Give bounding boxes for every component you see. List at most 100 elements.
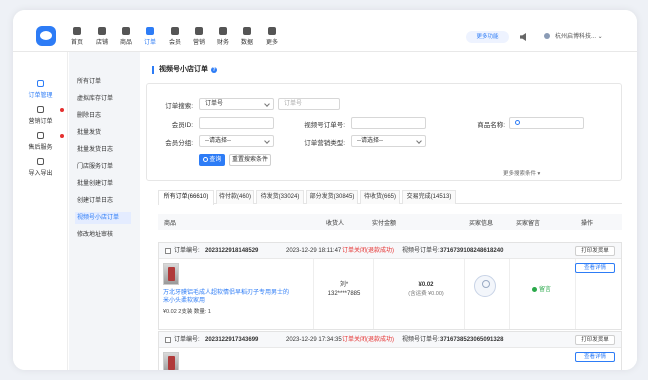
main-content: 视频号小店订单? 订单搜索: 订单号 订单号 会员ID: 视频号订单号: 商品名…: [144, 56, 637, 370]
column-header: 商品: [164, 221, 177, 227]
submenu-item[interactable]: 所有订单: [77, 76, 133, 88]
submenu-item[interactable]: 批量创建订单: [77, 178, 133, 190]
order-status: 订单关闭(退款成功): [342, 248, 394, 254]
member-group-label: 会员分组:: [165, 140, 193, 147]
after-sales-icon: [37, 132, 44, 139]
product-thumbnail[interactable]: [163, 263, 179, 285]
receiver-phone: 132****7885: [327, 291, 361, 297]
product-thumbnail[interactable]: [163, 352, 179, 370]
nav-shop[interactable]: 店铺: [91, 27, 113, 46]
search-panel: 订单搜索: 订单号 订单号 会员ID: 视频号订单号: 商品名称: 会员分组: …: [146, 83, 622, 181]
order-number: 2023122917343699: [205, 337, 259, 343]
column-header: 操作: [581, 221, 594, 227]
more-features-button[interactable]: 更多功能: [466, 31, 509, 43]
video-order-label: 视频号订单号:: [304, 122, 345, 129]
order-body: 万北牙膜铝毛成人超软情侣早稻刃子专用男士的米小头柔软家用 ¥0.02 2支装 数…: [159, 259, 621, 329]
order-card: 订单编号: 2023122918148529 2023-12-29 18:11:…: [158, 242, 622, 330]
order-time: 2023-12-29 18:11:47: [286, 248, 342, 254]
order-card: 订单编号: 2023122917343699 2023-12-29 17:34:…: [158, 331, 622, 370]
nav-home[interactable]: 首页: [66, 27, 88, 46]
tab-all-orders[interactable]: 所有订单(66610): [158, 190, 214, 205]
submenu-item[interactable]: 删除日志: [77, 110, 133, 122]
video-order-number: 3716738523065091328: [440, 337, 504, 343]
pay-note: (含运费 ¥0.00): [408, 291, 444, 297]
secondary-menu: 所有订单 虚拟库存订单 删除日志 批量发货 批量发货日志 门店服务订单 批量创建…: [69, 52, 140, 370]
video-order-no-label: 视频号订单号:: [402, 337, 440, 343]
table-header: 商品 收货人 实付金额 买家信息 买家留言 操作: [158, 214, 622, 230]
home-icon: [73, 27, 81, 35]
search-label: 订单搜索:: [165, 103, 193, 110]
video-order-no-label: 视频号订单号:: [402, 248, 440, 254]
column-header: 实付金额: [372, 221, 397, 227]
order-no-label: 订单编号:: [174, 248, 200, 254]
buyer-message[interactable]: 留言: [532, 284, 551, 293]
view-details-button[interactable]: 查看详情: [575, 263, 615, 273]
top-navigation-bar: 首页 店铺 商品 订单 会员 营销 财务 数据 更多 更多功能 杭州启博科技..…: [13, 10, 637, 52]
tab-completed[interactable]: 交易完成(14513): [402, 190, 456, 204]
reset-button[interactable]: 重置搜索条件: [229, 154, 271, 166]
tab-pending-payment[interactable]: 待付款(460): [216, 190, 254, 204]
order-header: 订单编号: 2023122917343699 2023-12-29 17:34:…: [159, 332, 621, 348]
buyer-avatar-icon[interactable]: [474, 275, 496, 297]
search-icon: [515, 120, 520, 125]
video-order-number: 3716739108248618240: [440, 248, 504, 254]
marketing-order-icon: [37, 106, 44, 113]
nav-more[interactable]: 更多: [261, 27, 283, 46]
order-type-select[interactable]: --请选择--: [351, 135, 426, 147]
product-icon: [122, 27, 130, 35]
query-button[interactable]: 查询: [199, 154, 225, 166]
print-invoice-button[interactable]: 打印发货单: [575, 335, 615, 345]
submenu-item[interactable]: 批量发货日志: [77, 144, 133, 156]
app-window: 首页 店铺 商品 订单 会员 营销 财务 数据 更多 更多功能 杭州启博科技..…: [13, 10, 637, 370]
search-input[interactable]: 订单号: [278, 98, 340, 110]
sidebar-item-import-export[interactable]: 导入导出: [13, 158, 68, 177]
submenu-item[interactable]: 修改地址审核: [77, 229, 133, 241]
nav-marketing[interactable]: 营销: [188, 27, 210, 46]
nav-orders[interactable]: 订单: [139, 27, 161, 46]
submenu-item[interactable]: 门店服务订单: [77, 161, 133, 173]
member-id-input[interactable]: [199, 117, 274, 129]
nav-data[interactable]: 数据: [236, 27, 258, 46]
speaker-icon[interactable]: [520, 33, 526, 41]
order-checkbox[interactable]: [165, 248, 171, 254]
tab-pending-receipt[interactable]: 待收货(665): [360, 190, 400, 204]
finance-icon: [219, 27, 227, 35]
help-icon[interactable]: ?: [211, 67, 217, 73]
order-checkbox[interactable]: [165, 337, 171, 343]
payment-info: ¥0.02 (含运费 ¥0.00): [381, 281, 471, 299]
search-icon: [202, 157, 208, 162]
nav-members[interactable]: 会员: [164, 27, 186, 46]
column-divider: [464, 259, 465, 329]
member-group-select[interactable]: --请选择--: [199, 135, 274, 147]
sidebar-item-order-management[interactable]: 订单管理: [13, 80, 68, 99]
print-invoice-button[interactable]: 打印发货单: [575, 246, 615, 256]
app-logo[interactable]: [36, 26, 56, 46]
search-type-select[interactable]: 订单号: [199, 98, 274, 110]
column-divider: [509, 259, 510, 329]
view-details-button[interactable]: 查看详情: [575, 352, 615, 362]
submenu-item[interactable]: 创建订单日志: [77, 195, 133, 207]
more-conditions-toggle[interactable]: 更多搜索条件 ▾: [503, 169, 540, 177]
member-id-label: 会员ID:: [171, 122, 193, 129]
nav-products[interactable]: 商品: [115, 27, 137, 46]
import-export-icon: [37, 158, 44, 165]
product-name-input[interactable]: [509, 117, 584, 129]
page-title: 视频号小店订单?: [152, 66, 217, 74]
submenu-item[interactable]: 虚拟库存订单: [77, 93, 133, 105]
marketing-icon: [195, 27, 203, 35]
order-list-icon: [37, 80, 44, 87]
nav-finance[interactable]: 财务: [212, 27, 234, 46]
submenu-item[interactable]: 批量发货: [77, 127, 133, 139]
primary-sidebar: 订单管理 营销订单 售后服务 导入导出: [13, 52, 68, 370]
member-icon: [171, 27, 179, 35]
order-icon: [146, 27, 154, 35]
notification-badge: [60, 108, 64, 112]
submenu-item-video-shop-orders[interactable]: 视频号小店订单: [75, 212, 131, 224]
product-name-link[interactable]: 万北牙膜铝毛成人超软情侣早稻刃子专用男士的米小头柔软家用: [163, 289, 293, 305]
video-order-input[interactable]: [351, 117, 426, 129]
tab-partial-shipped[interactable]: 部分发货(30845): [306, 190, 358, 204]
receiver-name: 刘*: [339, 282, 349, 288]
chevron-down-icon: [416, 138, 422, 144]
tab-pending-shipment[interactable]: 待发货(33024): [256, 190, 304, 204]
shop-switcher[interactable]: 杭州启博科技... ⌄: [544, 31, 603, 43]
